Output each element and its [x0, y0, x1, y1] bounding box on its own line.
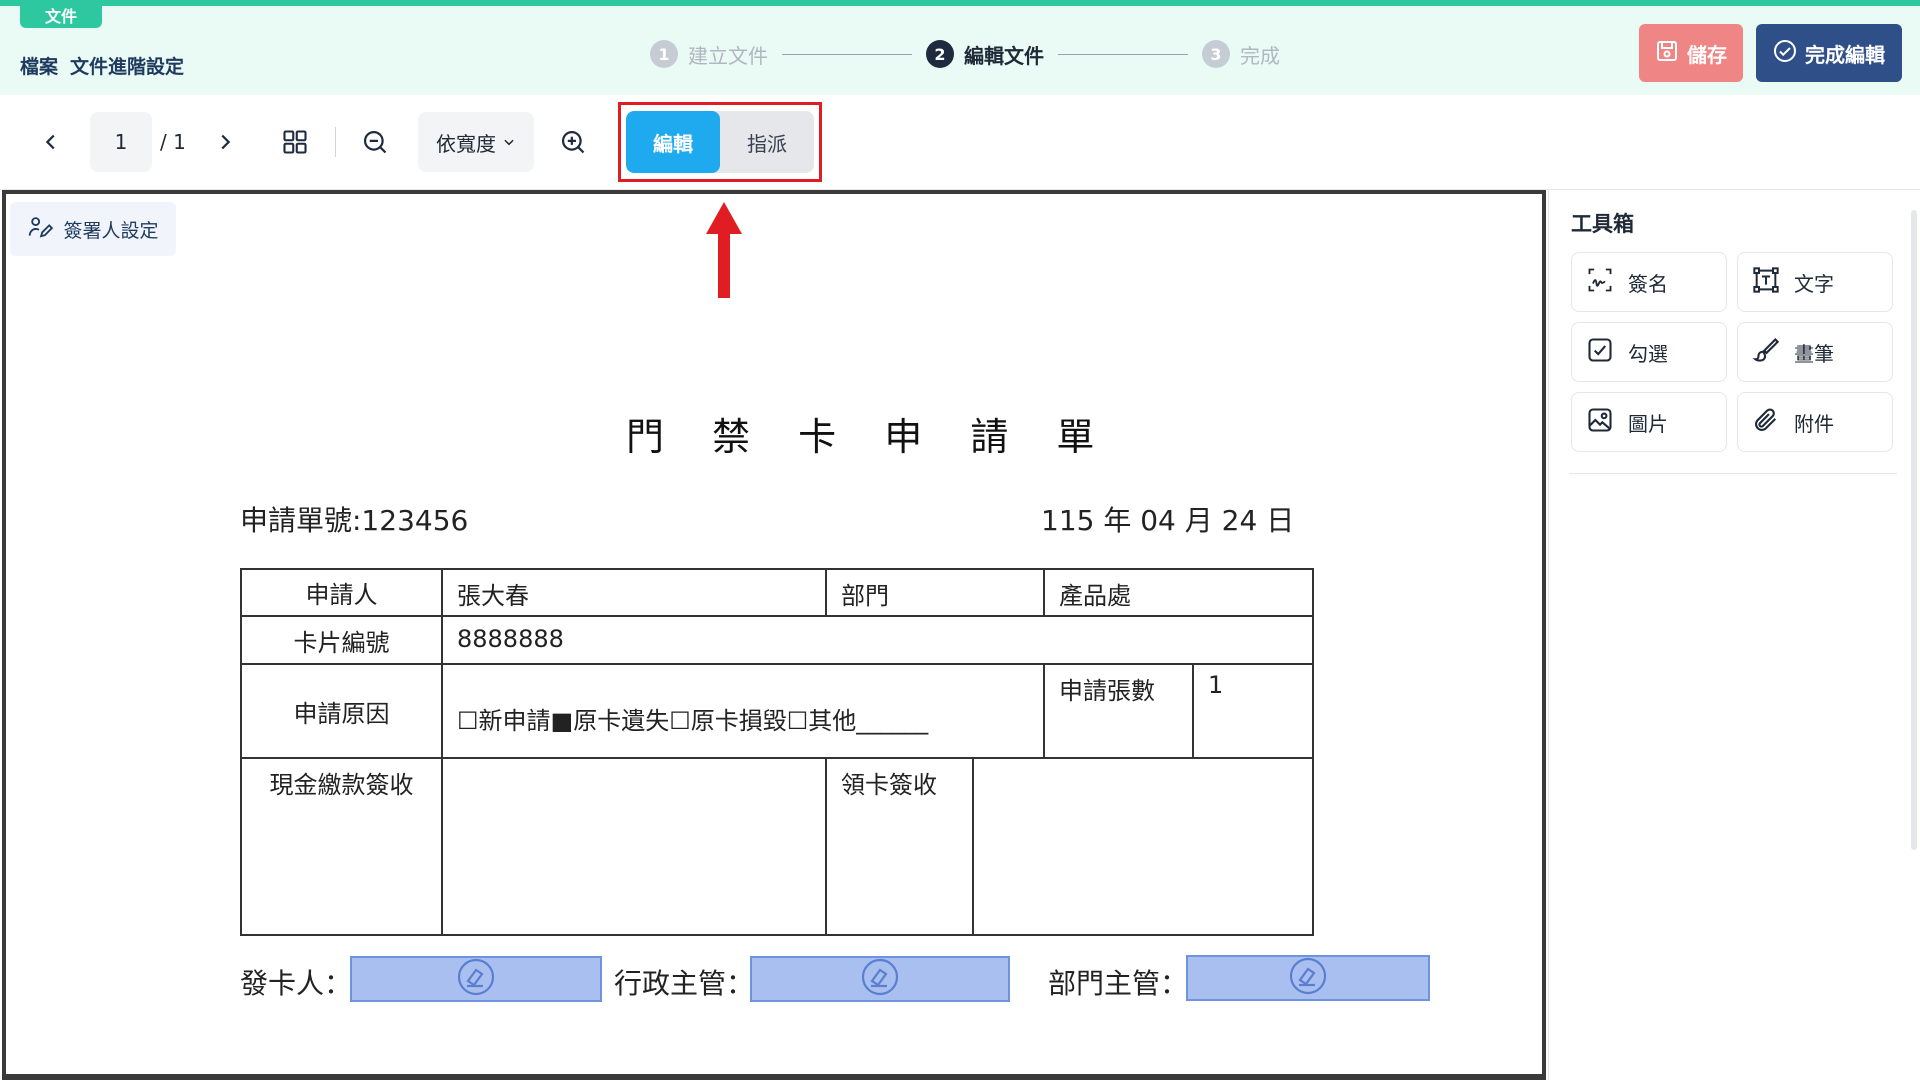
- card-receipt-field[interactable]: [974, 759, 1312, 934]
- zoom-in-icon[interactable]: [556, 125, 590, 159]
- paperclip-icon: [1752, 406, 1780, 439]
- step-edit-document: 2 編輯文件: [926, 40, 1044, 69]
- department-value: 產品處: [1045, 570, 1312, 617]
- tool-label: 畫筆: [1794, 341, 1834, 366]
- progress-steps: 1 建立文件 2 編輯文件 3 完成: [650, 38, 1280, 70]
- save-label: 儲存: [1687, 42, 1727, 67]
- mode-edit-button[interactable]: 編輯: [626, 111, 720, 173]
- stamp-icon: [1288, 956, 1328, 1000]
- image-icon: [1586, 406, 1614, 439]
- finish-editing-button[interactable]: 完成編輯: [1756, 24, 1902, 82]
- tool-label: 勾選: [1628, 341, 1668, 366]
- chevron-right-icon[interactable]: [210, 125, 240, 159]
- card-count-label: 申請張數: [1045, 665, 1194, 759]
- signer-pen-icon: [27, 214, 54, 245]
- save-button[interactable]: 儲存: [1639, 24, 1743, 82]
- toolbox-divider: [1569, 473, 1897, 474]
- step-complete: 3 完成: [1202, 40, 1280, 69]
- tool-image[interactable]: 圖片: [1571, 392, 1727, 452]
- admin-supervisor-label: 行政主管：: [614, 967, 755, 1000]
- tool-label: 文字: [1794, 271, 1834, 296]
- step-label: 編輯文件: [964, 43, 1044, 68]
- zoom-mode-select[interactable]: 依寬度: [418, 112, 534, 172]
- step-number: 3: [1202, 40, 1230, 68]
- applicant-value: 張大春: [443, 570, 827, 617]
- signature-icon: [1586, 266, 1614, 299]
- tool-attachment[interactable]: 附件: [1737, 392, 1893, 452]
- step-connector: [1058, 53, 1188, 55]
- toolbox-panel: 工具箱 簽名 文字 勾選 畫筆 圖片 附件: [1548, 190, 1920, 1080]
- tool-label: 簽名: [1628, 271, 1668, 296]
- dept-supervisor-signature-field[interactable]: [1186, 955, 1430, 1001]
- breadcrumb-item-files[interactable]: 檔案: [20, 52, 58, 79]
- tool-label: 圖片: [1628, 411, 1668, 436]
- cash-receipt-label: 現金繳款簽收: [242, 759, 443, 934]
- tool-checkbox[interactable]: 勾選: [1571, 322, 1727, 382]
- mode-switch: 編輯 指派: [626, 111, 814, 173]
- document-toolbar: 1 / 1 依寬度 編輯 指派: [0, 95, 1920, 190]
- reason-value: ☐新申請■原卡遺失☐原卡損毀☐其他______: [443, 665, 1045, 759]
- tool-text[interactable]: 文字: [1737, 252, 1893, 312]
- stamp-icon: [456, 957, 496, 1001]
- reason-label: 申請原因: [242, 665, 443, 759]
- zoom-out-icon[interactable]: [358, 125, 392, 159]
- card-count-value: 1: [1194, 665, 1312, 759]
- step-create-document: 1 建立文件: [650, 40, 768, 69]
- tool-signature[interactable]: 簽名: [1571, 252, 1727, 312]
- issuer-label: 發卡人：: [240, 967, 353, 1000]
- step-number: 2: [926, 40, 954, 68]
- breadcrumb: 檔案 文件進階設定: [20, 52, 184, 79]
- save-icon: [1655, 39, 1679, 68]
- top-header: 文件 檔案 文件進階設定 1 建立文件 2 編輯文件 3 完成 儲存 完成編輯: [0, 0, 1920, 95]
- application-form-table: 申請人 張大春 部門 產品處 卡片編號 8888888 申請原因 ☐新申請■原卡…: [240, 568, 1314, 936]
- stamp-icon: [860, 957, 900, 1001]
- step-connector: [782, 53, 912, 55]
- step-label: 建立文件: [688, 43, 768, 68]
- page-number-input[interactable]: 1: [90, 112, 152, 172]
- chevron-left-icon[interactable]: [36, 125, 66, 159]
- checkbox-icon: [1586, 336, 1614, 369]
- toolbox-title: 工具箱: [1571, 212, 1634, 236]
- application-date: 115 年 04 月 24 日: [1041, 504, 1295, 537]
- document-title: 門 禁 卡 申 請 單: [626, 415, 1113, 459]
- brush-icon: [1752, 336, 1780, 369]
- tool-brush[interactable]: 畫筆: [1737, 322, 1893, 382]
- chevron-down-icon: [502, 130, 516, 154]
- application-number: 申請單號:123456: [240, 504, 469, 537]
- issuer-signature-field[interactable]: [350, 956, 602, 1002]
- mode-assign-button[interactable]: 指派: [720, 111, 814, 173]
- tool-label: 附件: [1794, 411, 1834, 436]
- card-receipt-label: 領卡簽收: [827, 759, 974, 934]
- signer-settings-label: 簽署人設定: [63, 219, 159, 242]
- signer-settings-button[interactable]: 簽署人設定: [10, 202, 176, 256]
- toolbox-scrollbar[interactable]: [1911, 210, 1917, 850]
- grid-icon[interactable]: [278, 125, 312, 159]
- check-circle-icon: [1773, 39, 1797, 68]
- file-tag: 文件: [20, 6, 102, 28]
- red-arrow-annotation: [706, 202, 742, 298]
- zoom-mode-label: 依寬度: [436, 131, 496, 156]
- toolbar-divider: [335, 127, 336, 157]
- step-label: 完成: [1240, 43, 1280, 68]
- step-number: 1: [650, 40, 678, 68]
- department-label: 部門: [827, 570, 1045, 617]
- dept-supervisor-label: 部門主管：: [1048, 967, 1189, 1000]
- card-number-label: 卡片編號: [242, 617, 443, 665]
- page-total: / 1: [160, 130, 186, 154]
- breadcrumb-item-advanced-settings: 文件進階設定: [70, 56, 185, 78]
- text-box-icon: [1752, 266, 1780, 299]
- document-canvas: 簽署人設定 門 禁 卡 申 請 單 申請單號:123456 115 年 04 月…: [2, 190, 1546, 1080]
- admin-supervisor-signature-field[interactable]: [750, 956, 1010, 1002]
- card-number-value: 8888888: [443, 617, 1312, 665]
- applicant-label: 申請人: [242, 570, 443, 617]
- cash-receipt-field[interactable]: [443, 759, 827, 934]
- finish-label: 完成編輯: [1805, 42, 1885, 67]
